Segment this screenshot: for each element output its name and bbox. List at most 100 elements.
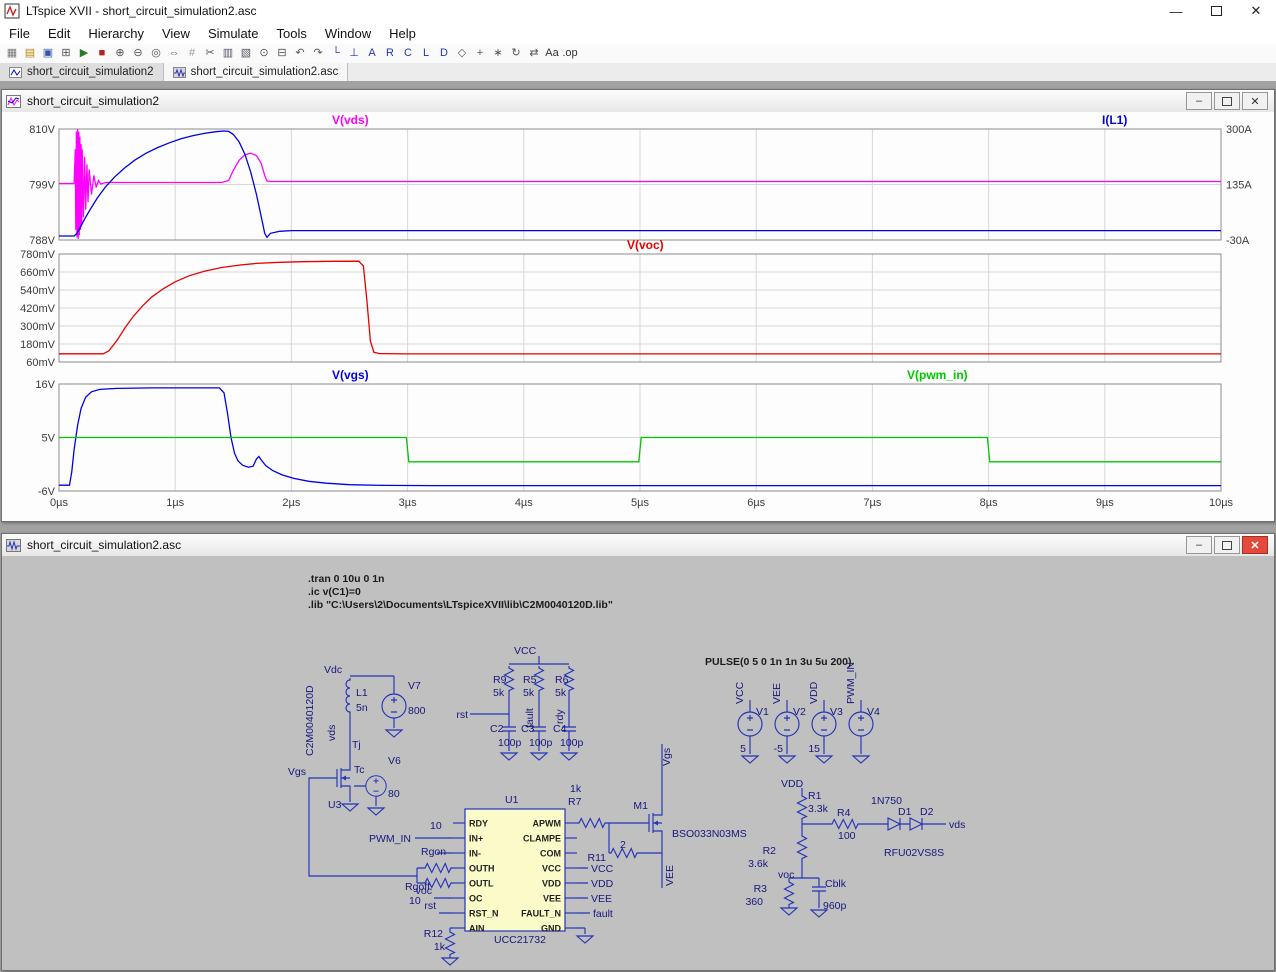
menu-tools[interactable]: Tools bbox=[268, 24, 316, 43]
schematic-label: R12 bbox=[424, 928, 443, 940]
menu-window[interactable]: Window bbox=[316, 24, 380, 43]
app-title-bar[interactable]: LTspice XVII - short_circuit_simulation2… bbox=[0, 0, 1276, 23]
axis-tick-label: 135A bbox=[1226, 180, 1252, 192]
u1-pin-label: OUTH bbox=[469, 864, 495, 874]
cut-icon[interactable]: ✂ bbox=[202, 45, 218, 62]
schematic-label: rst bbox=[424, 900, 436, 912]
schematic-label: R6 bbox=[555, 674, 569, 686]
capacitor-icon[interactable]: C bbox=[400, 45, 416, 62]
open-icon[interactable]: ▤ bbox=[22, 45, 38, 62]
u1-pin-label: CLAMPE bbox=[523, 834, 561, 844]
minimize-button[interactable]: — bbox=[1156, 0, 1196, 22]
grid-icon[interactable]: # bbox=[184, 45, 200, 62]
menu-hierarchy[interactable]: Hierarchy bbox=[79, 24, 153, 43]
time-axis-label: 8µs bbox=[980, 497, 998, 509]
spice-directive-icon[interactable]: .op bbox=[562, 45, 578, 62]
schematic-label: M1 bbox=[633, 800, 648, 812]
undo-icon[interactable]: ↶ bbox=[292, 45, 308, 62]
axis-tick-label: 780mV bbox=[20, 249, 56, 261]
wire-icon[interactable]: └ bbox=[328, 45, 344, 62]
trace-name-label[interactable]: V(vds) bbox=[332, 113, 369, 127]
move-icon[interactable]: + bbox=[472, 45, 488, 62]
schematic-label: fault bbox=[593, 908, 613, 920]
schematic-label: R3 bbox=[754, 883, 768, 895]
schematic-label: 2 bbox=[620, 839, 626, 851]
schematic-labels: .tran 0 10u 0 1n.ic v(C1)=0.lib "C:\User… bbox=[288, 573, 965, 953]
axis-tick-label: 788V bbox=[29, 235, 55, 247]
schematic-label: R11 bbox=[588, 852, 607, 864]
schematic-window[interactable]: short_circuit_simulation2.asc – ✕ RDY IN… bbox=[1, 533, 1275, 971]
menu-simulate[interactable]: Simulate bbox=[199, 24, 268, 43]
zoom-out-icon[interactable]: ⊖ bbox=[130, 45, 146, 62]
zoom-in-icon[interactable]: ⊕ bbox=[112, 45, 128, 62]
waveform-plot[interactable]: 810V 799V 788V 300A 135A -30A V(vds) I(L1) 780m… bbox=[2, 112, 1272, 519]
schematic-label: 1k bbox=[434, 941, 446, 953]
text-icon[interactable]: Aa bbox=[544, 45, 560, 62]
waveform-window-minimize-button[interactable]: – bbox=[1186, 92, 1212, 110]
trace-name-label[interactable]: V(pwm_in) bbox=[907, 368, 968, 382]
label-icon[interactable]: A bbox=[364, 45, 380, 62]
schematic-label: voc bbox=[778, 869, 794, 881]
schematic-window-title-bar[interactable]: short_circuit_simulation2.asc – ✕ bbox=[2, 534, 1274, 557]
zoom-full-icon[interactable]: ◎ bbox=[148, 45, 164, 62]
pan-icon[interactable]: ⇔ bbox=[166, 45, 182, 62]
waveform-window-close-button[interactable]: ✕ bbox=[1242, 92, 1268, 110]
menu-edit[interactable]: Edit bbox=[39, 24, 79, 43]
drag-icon[interactable]: ∗ bbox=[490, 45, 506, 62]
schematic-canvas[interactable]: RDY IN+ IN- OUTH OUTL OC RST_N AIN APWM CLAMPE COM… bbox=[2, 556, 1272, 969]
tab-waveform[interactable]: short_circuit_simulation2 bbox=[0, 63, 164, 81]
trace-name-label[interactable]: V(vgs) bbox=[332, 368, 369, 382]
axis-tick-label: 540mV bbox=[20, 285, 56, 297]
waveform-window-title-bar[interactable]: short_circuit_simulation2 – ✕ bbox=[2, 90, 1274, 113]
paste-icon[interactable]: ▧ bbox=[238, 45, 254, 62]
maximize-button[interactable] bbox=[1196, 0, 1236, 22]
schematic-window-close-button[interactable]: ✕ bbox=[1242, 536, 1268, 554]
redo-icon[interactable]: ↷ bbox=[310, 45, 326, 62]
u1-pin-label: RDY bbox=[469, 819, 488, 829]
schematic-window-minimize-button[interactable]: – bbox=[1186, 536, 1212, 554]
control-panel-icon[interactable]: ⊞ bbox=[58, 45, 74, 62]
print-icon[interactable]: ⊟ bbox=[274, 45, 290, 62]
new-schematic-icon[interactable]: ▦ bbox=[4, 45, 20, 62]
schematic-label: UCC21732 bbox=[494, 934, 546, 946]
axis-tick-label: 16V bbox=[35, 379, 55, 391]
tab-label: short_circuit_simulation2.asc bbox=[190, 66, 339, 78]
resistor-icon[interactable]: R bbox=[382, 45, 398, 62]
ground-icon[interactable]: ⊥ bbox=[346, 45, 362, 62]
axis-tick-label: 5V bbox=[42, 433, 56, 445]
halt-icon[interactable]: ■ bbox=[94, 45, 110, 62]
schematic-label: VEE bbox=[664, 865, 676, 886]
schematic-window-icon bbox=[6, 538, 21, 552]
trace-name-label[interactable]: V(voc) bbox=[627, 238, 664, 252]
menu-view[interactable]: View bbox=[153, 24, 199, 43]
trace-name-label[interactable]: I(L1) bbox=[1102, 113, 1127, 127]
schematic-label: vds bbox=[949, 819, 965, 831]
u1-pin-label: FAULT_N bbox=[521, 909, 561, 919]
tab-label: short_circuit_simulation2 bbox=[27, 66, 154, 78]
component-icon[interactable]: ◇ bbox=[454, 45, 470, 62]
time-axis-label: 6µs bbox=[747, 497, 765, 509]
mdi-area: short_circuit_simulation2 – ✕ 810V 799V 78… bbox=[0, 81, 1276, 971]
u1-pin-label: COM bbox=[540, 849, 561, 859]
schematic-label: V1 bbox=[756, 706, 769, 718]
menu-file[interactable]: File bbox=[0, 24, 39, 43]
close-button[interactable]: ✕ bbox=[1236, 0, 1276, 22]
waveform-window-restore-button[interactable] bbox=[1214, 92, 1240, 110]
schematic-label: VDD bbox=[591, 878, 614, 890]
schematic-window-restore-button[interactable] bbox=[1214, 536, 1240, 554]
save-icon[interactable]: ▣ bbox=[40, 45, 56, 62]
waveform-window-icon bbox=[6, 94, 21, 108]
rotate-icon[interactable]: ↻ bbox=[508, 45, 524, 62]
waveform-window[interactable]: short_circuit_simulation2 – ✕ 810V 799V 78… bbox=[1, 89, 1275, 522]
menu-help[interactable]: Help bbox=[380, 24, 425, 43]
inductor-icon[interactable]: L bbox=[418, 45, 434, 62]
mirror-icon[interactable]: ⇄ bbox=[526, 45, 542, 62]
copy-icon[interactable]: ▥ bbox=[220, 45, 236, 62]
diode-icon[interactable]: D bbox=[436, 45, 452, 62]
tab-schematic[interactable]: short_circuit_simulation2.asc bbox=[163, 63, 349, 81]
schematic-label: .ic v(C1)=0 bbox=[308, 586, 361, 598]
schematic-label: R5 bbox=[523, 674, 537, 686]
find-icon[interactable]: ⊙ bbox=[256, 45, 272, 62]
schematic-label: Rgon bbox=[421, 846, 446, 858]
run-icon[interactable]: ▶ bbox=[76, 45, 92, 62]
